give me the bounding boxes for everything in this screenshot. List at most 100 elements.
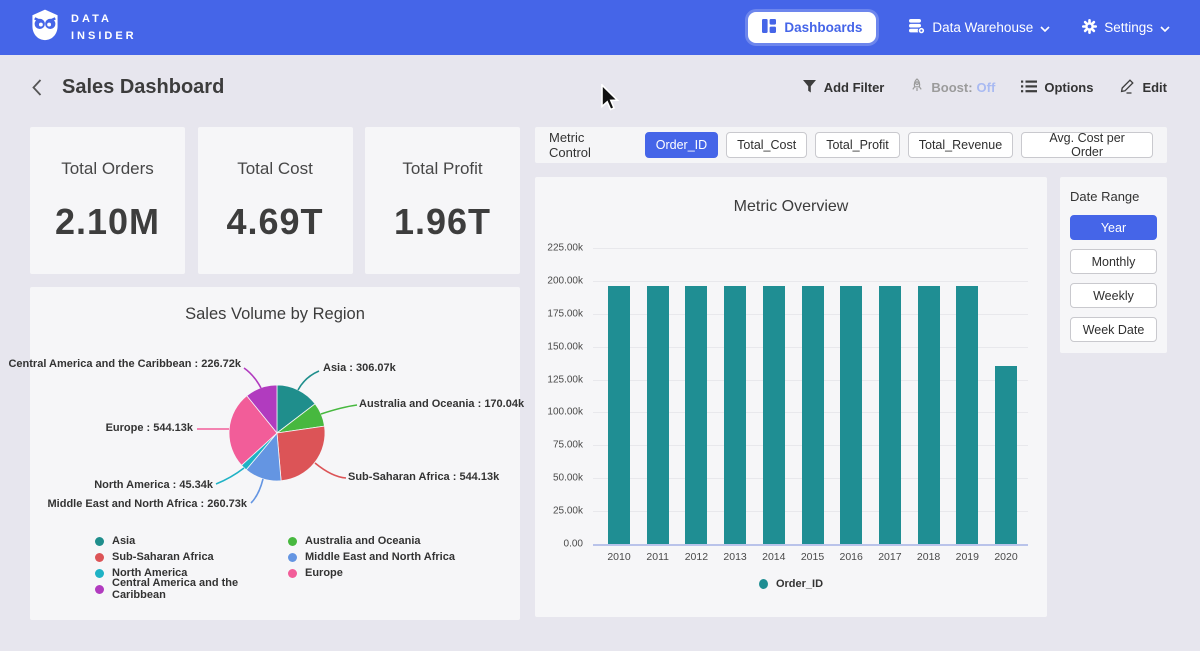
bar-2019[interactable] bbox=[956, 286, 978, 544]
kpi-label: Total Orders bbox=[61, 159, 154, 179]
bar-chart-card: Metric Overview Order_ID 225.00k200.00k1… bbox=[535, 177, 1047, 617]
x-axis-tick: 2012 bbox=[676, 551, 716, 563]
edit-label: Edit bbox=[1142, 80, 1167, 95]
bar-2013[interactable] bbox=[724, 286, 746, 544]
bar-2012[interactable] bbox=[685, 286, 707, 544]
page-title: Sales Dashboard bbox=[62, 76, 224, 99]
pie-label-middle-east-and-north-africa: Middle East and North Africa : 260.73k bbox=[48, 498, 247, 510]
add-filter-label: Add Filter bbox=[824, 80, 885, 95]
legend-label: Asia bbox=[112, 535, 135, 547]
bar-2018[interactable] bbox=[918, 286, 940, 544]
boost-toggle[interactable]: Boost: Off bbox=[910, 78, 995, 97]
gridline bbox=[593, 281, 1028, 282]
owl-logo-icon bbox=[30, 9, 60, 46]
brand[interactable]: DATA INSIDER bbox=[30, 9, 137, 46]
metric-button-avg-cost-per-order[interactable]: Avg. Cost per Order bbox=[1021, 132, 1153, 158]
nav-dashboards-button[interactable]: Dashboards bbox=[748, 12, 876, 43]
pie-leader-line bbox=[315, 463, 346, 478]
legend-dot bbox=[288, 569, 297, 578]
add-filter-button[interactable]: Add Filter bbox=[802, 79, 885, 97]
pie-label-australia-and-oceania: Australia and Oceania : 170.04k bbox=[359, 398, 524, 410]
date-range-buttons: Year Monthly Weekly Week Date bbox=[1070, 215, 1157, 342]
bar-2014[interactable] bbox=[763, 286, 785, 544]
x-axis-tick: 2010 bbox=[599, 551, 639, 563]
bar-2016[interactable] bbox=[840, 286, 862, 544]
pie-legend: AsiaSub-Saharan AfricaNorth AmericaCentr… bbox=[95, 533, 455, 597]
y-axis-tick: 150.00k bbox=[535, 341, 583, 352]
y-axis-tick: 0.00 bbox=[535, 539, 583, 550]
y-axis-tick: 125.00k bbox=[535, 374, 583, 385]
metric-control-label: Metric Control bbox=[549, 130, 630, 160]
y-axis-tick: 100.00k bbox=[535, 407, 583, 418]
legend-label: Central America and the Caribbean bbox=[112, 577, 288, 601]
legend-item-asia[interactable]: Asia bbox=[95, 533, 288, 549]
x-axis-tick: 2018 bbox=[909, 551, 949, 563]
metric-button-total-profit[interactable]: Total_Profit bbox=[815, 132, 900, 158]
options-label: Options bbox=[1044, 80, 1093, 95]
date-range-button-monthly[interactable]: Monthly bbox=[1070, 249, 1157, 274]
legend-label: Middle East and North Africa bbox=[305, 551, 455, 563]
y-axis-tick: 50.00k bbox=[535, 473, 583, 484]
bar-2020[interactable] bbox=[995, 366, 1017, 544]
kpi-label: Total Cost bbox=[237, 159, 313, 179]
metric-button-order-id[interactable]: Order_ID bbox=[645, 132, 718, 158]
pie-leader-line bbox=[216, 468, 244, 484]
brand-line2: INSIDER bbox=[71, 28, 137, 45]
x-axis-tick: 2016 bbox=[831, 551, 871, 563]
dashboard-grid-icon bbox=[762, 19, 776, 36]
brand-line1: DATA bbox=[71, 11, 137, 28]
right-column: Metric Control Order_ID Total_Cost Total_P… bbox=[535, 127, 1167, 617]
back-button[interactable] bbox=[32, 79, 42, 96]
date-range-button-year[interactable]: Year bbox=[1070, 215, 1157, 240]
kpi-total-profit: Total Profit 1.96T bbox=[365, 127, 520, 274]
legend-dot bbox=[95, 585, 104, 594]
metric-button-total-revenue[interactable]: Total_Revenue bbox=[908, 132, 1013, 158]
list-icon bbox=[1021, 80, 1037, 96]
metric-buttons: Order_ID Total_Cost Total_Profit Total_Reve… bbox=[645, 132, 1153, 158]
rocket-icon bbox=[910, 78, 924, 97]
x-axis-tick: 2017 bbox=[870, 551, 910, 563]
bar-2015[interactable] bbox=[802, 286, 824, 544]
options-button[interactable]: Options bbox=[1021, 80, 1093, 96]
date-range-button-weekly[interactable]: Weekly bbox=[1070, 283, 1157, 308]
x-axis-tick: 2011 bbox=[638, 551, 678, 563]
legend-item-sub-saharan-africa[interactable]: Sub-Saharan Africa bbox=[95, 549, 288, 565]
database-icon bbox=[908, 18, 925, 37]
legend-item-australia-and-oceania[interactable]: Australia and Oceania bbox=[288, 533, 455, 549]
legend-item-middle-east-and-north-africa[interactable]: Middle East and North Africa bbox=[288, 549, 455, 565]
bar-chart-legend: Order_ID bbox=[535, 578, 1047, 590]
bar-2011[interactable] bbox=[647, 286, 669, 544]
kpi-total-cost: Total Cost 4.69T bbox=[198, 127, 353, 274]
edit-button[interactable]: Edit bbox=[1119, 78, 1167, 97]
pie-leader-line bbox=[251, 479, 263, 503]
nav-settings[interactable]: Settings bbox=[1082, 19, 1170, 37]
legend-item-europe[interactable]: Europe bbox=[288, 565, 455, 581]
x-axis-tick: 2019 bbox=[947, 551, 987, 563]
date-range-label: Date Range bbox=[1070, 189, 1157, 204]
y-axis-tick: 75.00k bbox=[535, 440, 583, 451]
nav-data-warehouse[interactable]: Data Warehouse bbox=[908, 18, 1050, 37]
boost-value: Off bbox=[977, 80, 996, 95]
pie-slice-sub-saharan-africa[interactable] bbox=[277, 426, 325, 481]
legend-dot bbox=[95, 569, 104, 578]
page-header: Sales Dashboard Add Filter Boost: Off bbox=[0, 55, 1200, 120]
gear-icon bbox=[1082, 19, 1097, 37]
date-range-button-week-date[interactable]: Week Date bbox=[1070, 317, 1157, 342]
legend-label: Australia and Oceania bbox=[305, 535, 421, 547]
x-axis-tick: 2020 bbox=[986, 551, 1026, 563]
gridline bbox=[593, 248, 1028, 249]
bar-2017[interactable] bbox=[879, 286, 901, 544]
chevron-down-icon bbox=[1160, 20, 1170, 35]
legend-dot bbox=[95, 537, 104, 546]
y-axis-tick: 25.00k bbox=[535, 506, 583, 517]
top-nav: DATA INSIDER Dashboards bbox=[0, 0, 1200, 55]
x-axis-tick: 2013 bbox=[715, 551, 755, 563]
x-axis-tick: 2015 bbox=[793, 551, 833, 563]
legend-item-central-america-and-the-caribbean[interactable]: Central America and the Caribbean bbox=[95, 581, 288, 597]
kpi-label: Total Profit bbox=[402, 159, 482, 179]
pie-label-asia: Asia : 306.07k bbox=[323, 362, 396, 374]
legend-label: Order_ID bbox=[776, 578, 823, 590]
bar-2010[interactable] bbox=[608, 286, 630, 544]
metric-button-total-cost[interactable]: Total_Cost bbox=[726, 132, 807, 158]
kpi-row: Total Orders 2.10M Total Cost 4.69T Tota… bbox=[30, 127, 520, 274]
